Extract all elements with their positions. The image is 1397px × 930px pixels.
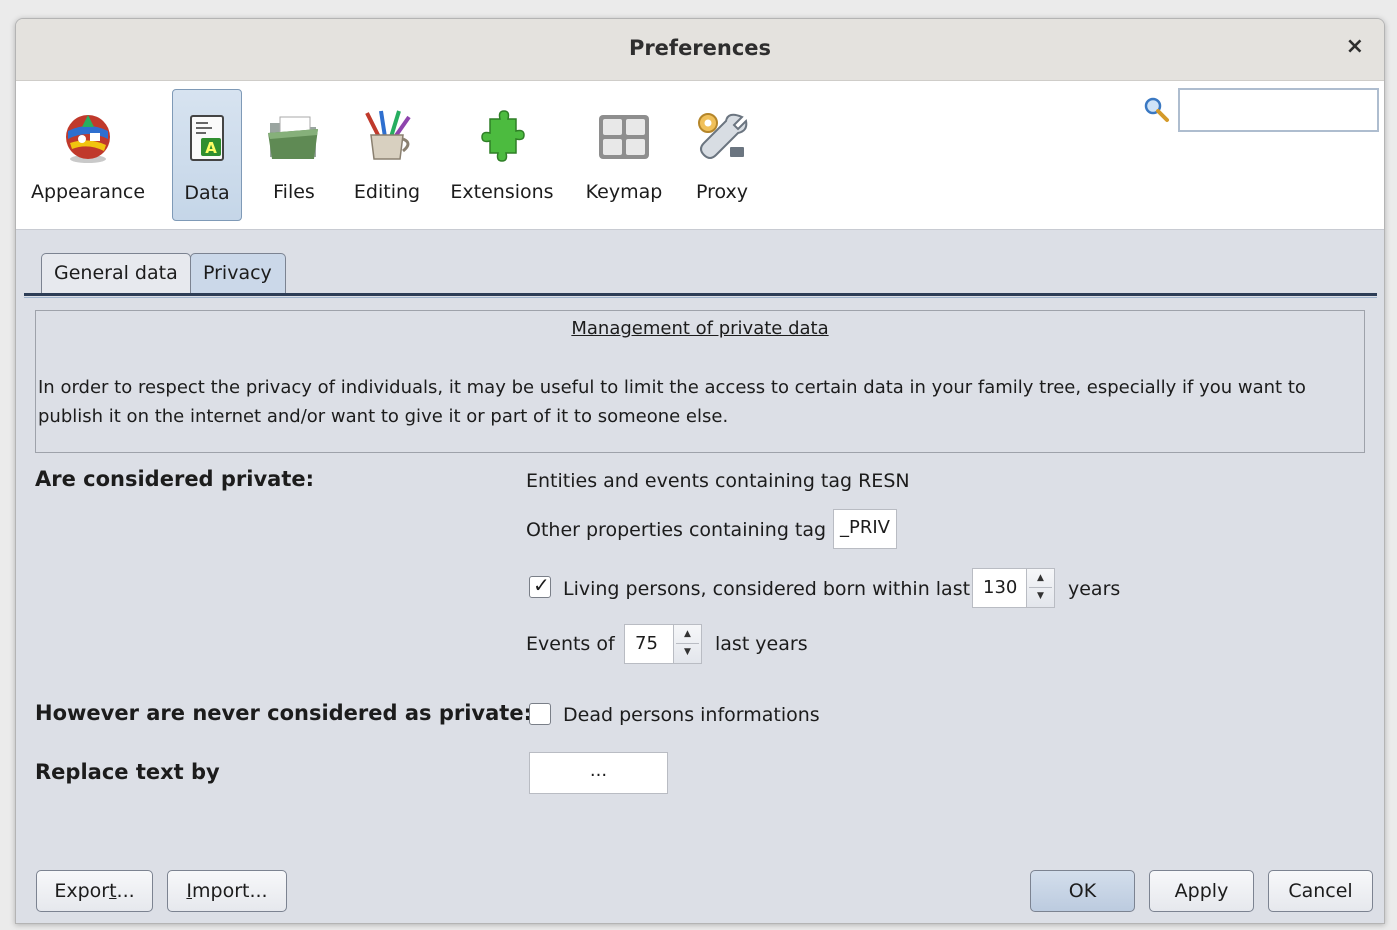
svg-text:A: A [205, 139, 217, 157]
check-icon: ✓ [533, 573, 550, 597]
replace-text-label: Replace text by [35, 760, 220, 784]
entities-resn-text: Entities and events containing tag RESN [526, 470, 910, 492]
category-label: Appearance [30, 181, 146, 203]
spinner-down-icon[interactable]: ▼ [674, 647, 701, 657]
category-files[interactable]: Files [259, 89, 329, 221]
dialog-title: Preferences [628, 36, 772, 60]
category-label: Files [273, 181, 315, 203]
info-heading: Management of private data [571, 318, 829, 339]
privacy-info-box: Management of private data In order to r… [35, 310, 1365, 453]
pencil-cup-icon [365, 110, 411, 160]
living-persons-label: Living persons, considered born within l… [563, 578, 971, 600]
other-properties-label: Other properties containing tag [526, 519, 827, 541]
search-icon [1144, 97, 1169, 122]
category-appearance[interactable]: Appearance [25, 89, 151, 221]
living-years-spinner[interactable]: 130 ▲ ▼ [972, 568, 1055, 608]
puzzle-piece-icon [481, 110, 525, 162]
preferences-dialog: Preferences × Appearance A Data Files Ed… [15, 18, 1385, 924]
category-proxy[interactable]: Proxy [688, 89, 756, 221]
category-label: Extensions [450, 181, 554, 203]
dead-persons-checkbox[interactable] [529, 703, 551, 725]
keyboard-keys-icon [599, 115, 649, 159]
living-persons-checkbox[interactable]: ✓ [529, 573, 551, 598]
tab-general-data[interactable]: General data [41, 253, 191, 293]
dead-persons-label: Dead persons informations [563, 704, 820, 726]
considered-private-label: Are considered private: [35, 467, 315, 491]
close-icon[interactable]: × [1346, 35, 1364, 59]
events-unit: last years [715, 633, 808, 655]
private-tag-field[interactable]: _PRIV [833, 509, 897, 549]
spinner-buttons[interactable]: ▲ ▼ [1026, 569, 1054, 607]
category-label: Data [184, 182, 230, 204]
category-extensions[interactable]: Extensions [446, 89, 558, 221]
info-text: In order to respect the privacy of indiv… [38, 377, 1306, 427]
tab-divider [24, 293, 1377, 296]
replace-text-field[interactable]: ... [529, 752, 668, 794]
category-keymap[interactable]: Keymap [582, 89, 666, 221]
spinner-buttons[interactable]: ▲ ▼ [673, 625, 701, 663]
tab-privacy[interactable]: Privacy [190, 253, 286, 293]
never-private-label: However are never considered as private: [35, 701, 532, 725]
events-years-spinner[interactable]: 75 ▲ ▼ [624, 624, 702, 664]
spinner-value: 130 [983, 577, 1018, 598]
category-data[interactable]: A Data [172, 89, 242, 221]
wrench-gear-icon [698, 113, 748, 159]
import-button[interactable]: Import... [167, 870, 287, 912]
tab-divider-highlight [24, 297, 1377, 298]
spinner-up-icon[interactable]: ▲ [674, 629, 701, 639]
folder-files-icon [268, 116, 318, 159]
apply-button[interactable]: Apply [1149, 870, 1254, 912]
spinner-down-icon[interactable]: ▼ [1027, 591, 1054, 601]
category-editing[interactable]: Editing [349, 89, 425, 221]
data-document-icon: A [190, 115, 224, 161]
category-toolbar: Appearance A Data Files Editing Extensio… [16, 81, 1384, 230]
globe-flags-icon [66, 115, 110, 163]
spinner-up-icon[interactable]: ▲ [1027, 573, 1054, 583]
search-input[interactable] [1178, 88, 1379, 132]
category-label: Proxy [695, 181, 749, 203]
events-label: Events of [526, 633, 615, 655]
category-label: Editing [353, 181, 421, 203]
ok-button[interactable]: OK [1030, 870, 1135, 912]
living-years-unit: years [1068, 578, 1121, 600]
export-button[interactable]: Export... [36, 870, 153, 912]
category-label: Keymap [585, 181, 663, 203]
title-bar: Preferences × [16, 19, 1384, 81]
cancel-button[interactable]: Cancel [1268, 870, 1373, 912]
spinner-value: 75 [635, 633, 658, 654]
